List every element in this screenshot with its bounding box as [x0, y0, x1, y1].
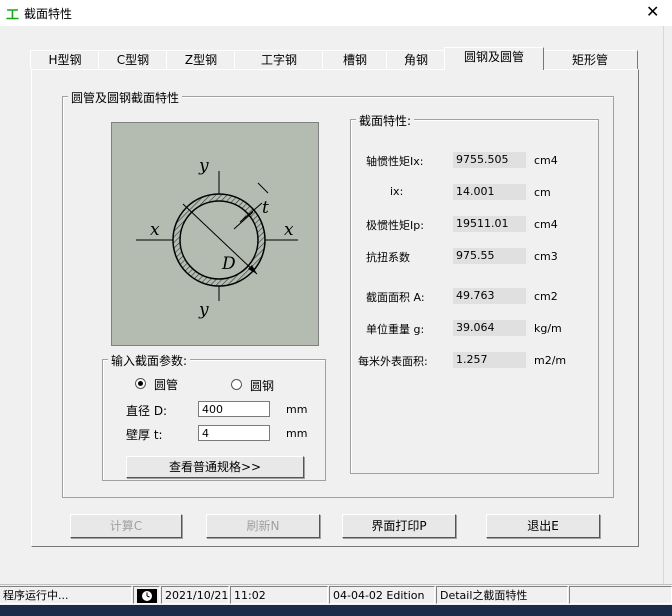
- ix-moment-value: 9755.505: [453, 152, 526, 168]
- params-group-title: 输入截面参数:: [108, 352, 191, 369]
- status-empty-cell: [569, 586, 672, 604]
- window-edge: [663, 26, 672, 616]
- tab-i-beam[interactable]: 工字钢: [234, 50, 324, 69]
- torsion-coefficient-value: 975.55: [453, 248, 526, 264]
- status-message: 程序运行中...: [0, 586, 132, 604]
- status-time: 11:02: [230, 586, 328, 604]
- thickness-label: t: [262, 198, 269, 218]
- ix-moment-unit: cm4: [534, 154, 558, 167]
- surface-area-label: 每米外表面积:: [358, 355, 428, 368]
- tab-z-steel[interactable]: Z型钢: [166, 50, 236, 69]
- view-standard-specs-button[interactable]: 查看普通规格>>: [126, 456, 304, 478]
- section-area-label: 截面面积 A:: [366, 291, 425, 304]
- thickness-unit: mm: [286, 427, 308, 440]
- surface-area-value: 1.257: [453, 352, 526, 368]
- radio-tube-label[interactable]: 圆管: [154, 376, 178, 393]
- unit-weight-unit: kg/m: [534, 322, 562, 335]
- print-button[interactable]: 界面打印P: [342, 514, 456, 538]
- calculate-button[interactable]: 计算C: [70, 514, 182, 538]
- y-axis-label-top: y: [198, 156, 209, 176]
- torsion-coefficient-label: 抗扭系数: [366, 251, 410, 264]
- tab-channel-steel[interactable]: 槽钢: [322, 50, 388, 69]
- section-area-value: 49.763: [453, 288, 526, 304]
- ip-moment-value: 19511.01: [453, 216, 526, 232]
- ix-moment-label: 轴惯性矩Ix:: [366, 155, 424, 168]
- clock-icon: [133, 586, 160, 604]
- title-bar: 工 截面特性 ✕: [0, 0, 672, 26]
- ix-radius-label: ix:: [390, 185, 404, 198]
- thickness-input[interactable]: [198, 425, 270, 441]
- ix-radius-unit: cm: [534, 186, 551, 199]
- radio-bar-label[interactable]: 圆钢: [250, 377, 274, 394]
- x-axis-label-right: x: [284, 220, 294, 240]
- tab-strip: H型钢 C型钢 Z型钢 工字钢 槽钢 角钢 圆钢及圆管 矩形管: [30, 47, 640, 70]
- section-group-title: 圆管及圆钢截面特性: [68, 89, 183, 106]
- diameter-label: D: [221, 254, 236, 274]
- window-title: 截面特性: [24, 7, 73, 21]
- tab-angle-steel[interactable]: 角钢: [386, 50, 446, 69]
- cross-section-drawing: x x y y t D: [111, 122, 319, 346]
- unit-weight-label: 单位重量 g:: [366, 323, 425, 336]
- status-edition: 04-04-02 Edition: [329, 586, 435, 604]
- status-detail: Detail之截面特性: [436, 586, 568, 604]
- radio-bar[interactable]: [231, 379, 242, 390]
- section-area-unit: cm2: [534, 290, 558, 303]
- thickness-field-label: 壁厚 t:: [126, 428, 163, 442]
- properties-group-title: 截面特性:: [356, 112, 415, 129]
- ix-radius-value: 14.001: [453, 184, 526, 200]
- status-bar: 程序运行中... 2021/10/21 11:02 04-04-02 Editi…: [0, 584, 672, 606]
- taskbar-strip: [0, 605, 672, 616]
- tab-rect-tube[interactable]: 矩形管: [542, 50, 638, 69]
- ip-moment-label: 极惯性矩Ip:: [366, 219, 424, 232]
- close-icon[interactable]: ✕: [646, 2, 659, 21]
- radio-tube[interactable]: [135, 378, 146, 389]
- ip-moment-unit: cm4: [534, 218, 558, 231]
- app-icon: 工: [6, 8, 20, 23]
- unit-weight-value: 39.064: [453, 320, 526, 336]
- tab-c-steel[interactable]: C型钢: [98, 50, 168, 69]
- x-axis-label-left: x: [150, 220, 160, 240]
- torsion-coefficient-unit: cm3: [534, 250, 558, 263]
- refresh-button[interactable]: 刷新N: [206, 514, 320, 538]
- status-date: 2021/10/21: [161, 586, 229, 604]
- tab-round-steel-tube[interactable]: 圆钢及圆管: [444, 47, 544, 70]
- diameter-unit: mm: [286, 403, 308, 416]
- tab-h-steel[interactable]: H型钢: [30, 50, 100, 69]
- tube-section-svg: x x y y t D: [136, 156, 298, 320]
- y-axis-label-bottom: y: [198, 300, 209, 320]
- diameter-field-label: 直径 D:: [126, 404, 168, 418]
- diameter-input[interactable]: [198, 401, 270, 417]
- surface-area-unit: m2/m: [534, 354, 567, 367]
- exit-button[interactable]: 退出E: [486, 514, 600, 538]
